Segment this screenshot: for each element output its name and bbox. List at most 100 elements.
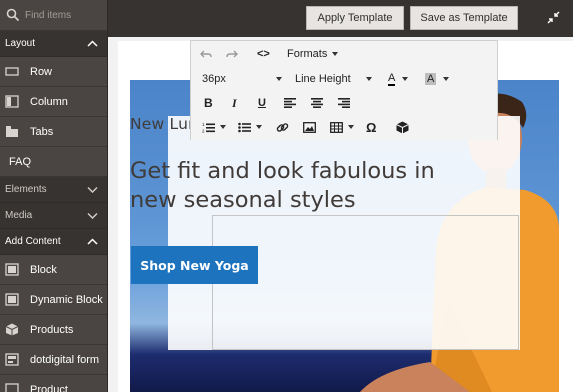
- link-icon: [276, 122, 289, 132]
- redo-icon: [226, 50, 238, 58]
- sidebar-item-label: Dynamic Block: [30, 293, 103, 306]
- editor-toolbar: <> Formats 36px Line Height A A B I U 1 …: [190, 40, 498, 140]
- tabs-icon: [6, 126, 18, 137]
- bullet-list-icon: [238, 122, 251, 132]
- sidebar-item-dynamic-block[interactable]: Dynamic Block: [0, 285, 107, 315]
- insert-image-button[interactable]: [303, 119, 316, 135]
- italic-button[interactable]: I: [232, 95, 237, 111]
- collapse-fullscreen-icon[interactable]: [547, 11, 560, 24]
- caret-down-icon: [256, 125, 262, 129]
- text-color-icon: A: [388, 71, 396, 86]
- caret-down-icon: [220, 125, 226, 129]
- underline-button[interactable]: U: [258, 95, 266, 111]
- section-media-label: Media: [5, 210, 33, 221]
- caret-down-icon: [402, 77, 409, 81]
- block-icon: [5, 263, 19, 276]
- chevron-down-icon: [87, 186, 98, 193]
- numbered-list-icon: 12: [202, 122, 215, 133]
- sidebar-item-block[interactable]: Block: [0, 255, 107, 285]
- background-color-button[interactable]: A: [425, 71, 450, 87]
- sidebar-item-row[interactable]: Row: [0, 57, 107, 87]
- undo-button[interactable]: [200, 46, 212, 62]
- sidebar-item-label: Block: [30, 263, 57, 276]
- sidebar-item-label: Tabs: [30, 125, 54, 138]
- image-icon: [303, 121, 316, 133]
- insert-widget-button[interactable]: [396, 119, 409, 135]
- text-color-button[interactable]: A: [388, 71, 409, 87]
- sidebar-item-faq[interactable]: FAQ: [0, 147, 107, 177]
- section-elements-label: Elements: [5, 184, 47, 195]
- section-elements[interactable]: Elements: [0, 177, 107, 203]
- apply-template-button[interactable]: Apply Template: [306, 6, 404, 30]
- sidebar-item-dotdigital-form[interactable]: dotdigital form: [0, 345, 107, 375]
- insert-table-button[interactable]: [330, 119, 354, 135]
- caret-down-icon: [348, 125, 354, 129]
- sidebar: Layout Row Column Tabs FAQ Elements Medi…: [0, 0, 108, 392]
- sidebar-item-label: Product: [30, 383, 68, 392]
- search-icon: [6, 8, 20, 22]
- caret-down-icon: [276, 77, 282, 81]
- background-color-icon: A: [425, 73, 437, 85]
- banner-subline[interactable]: Get fit and look fabulous in new seasona…: [130, 157, 440, 215]
- dotdigital-form-icon: [5, 353, 19, 366]
- section-media[interactable]: Media: [0, 203, 107, 229]
- insert-link-button[interactable]: [276, 119, 289, 135]
- section-add-content[interactable]: Add Content: [0, 229, 107, 255]
- align-center-icon: [311, 98, 323, 108]
- special-character-button[interactable]: Ω: [366, 119, 376, 135]
- redo-button[interactable]: [226, 46, 238, 62]
- caret-down-icon: [332, 52, 339, 56]
- formats-label: Formats: [287, 48, 328, 60]
- save-as-template-button[interactable]: Save as Template: [410, 6, 518, 30]
- toolbar-row-format: B I U: [191, 91, 499, 115]
- line-height-select[interactable]: Line Height: [295, 71, 372, 87]
- align-right-icon: [338, 98, 350, 108]
- chevron-down-icon: [87, 212, 98, 219]
- sidebar-item-label: FAQ: [9, 155, 32, 168]
- svg-text:2: 2: [202, 128, 205, 133]
- sidebar-item-label: Row: [30, 65, 53, 78]
- sidebar-item-column[interactable]: Column: [0, 87, 107, 117]
- search-input[interactable]: [25, 9, 105, 21]
- widget-icon: [396, 121, 409, 133]
- sidebar-item-product[interactable]: Product: [0, 375, 107, 392]
- align-right-button[interactable]: [338, 95, 350, 111]
- shop-new-yoga-button[interactable]: Shop New Yoga: [131, 246, 258, 284]
- font-size-value: 36px: [202, 73, 226, 85]
- bold-button[interactable]: B: [204, 95, 213, 111]
- toolbar-row-history: <> Formats: [191, 42, 499, 66]
- svg-text:1: 1: [202, 122, 205, 127]
- numbered-list-button[interactable]: 12: [202, 119, 226, 135]
- table-icon: [330, 121, 343, 133]
- font-size-select[interactable]: 36px: [202, 71, 282, 87]
- align-left-button[interactable]: [284, 95, 296, 111]
- undo-icon: [200, 50, 212, 58]
- dynamic-block-icon: [5, 293, 19, 306]
- sidebar-item-label: Column: [30, 95, 68, 108]
- text-edit-region[interactable]: [212, 215, 519, 350]
- toolbar-row-font: 36px Line Height A A: [191, 67, 499, 91]
- section-add-content-label: Add Content: [5, 236, 61, 247]
- source-code-button[interactable]: <>: [257, 46, 270, 62]
- toolbar-row-insert: 12 Ω: [191, 115, 499, 139]
- products-icon: [5, 323, 19, 336]
- search-bar: [0, 0, 107, 31]
- caret-down-icon: [366, 77, 372, 81]
- chevron-up-icon: [87, 238, 98, 245]
- product-icon: [5, 383, 19, 392]
- sidebar-item-label: Products: [30, 323, 74, 336]
- sidebar-item-products[interactable]: Products: [0, 315, 107, 345]
- column-icon: [5, 95, 19, 108]
- section-layout-label: Layout: [5, 38, 36, 49]
- top-bar: Apply Template Save as Template: [108, 0, 573, 37]
- chevron-up-icon: [87, 40, 98, 47]
- row-icon: [5, 67, 19, 76]
- line-height-label: Line Height: [295, 73, 351, 85]
- bullet-list-button[interactable]: [238, 119, 262, 135]
- align-left-icon: [284, 98, 296, 108]
- section-layout[interactable]: Layout: [0, 31, 107, 57]
- align-center-button[interactable]: [311, 95, 323, 111]
- sidebar-item-label: dotdigital form: [30, 353, 100, 366]
- sidebar-item-tabs[interactable]: Tabs: [0, 117, 107, 147]
- formats-dropdown[interactable]: Formats: [287, 46, 339, 62]
